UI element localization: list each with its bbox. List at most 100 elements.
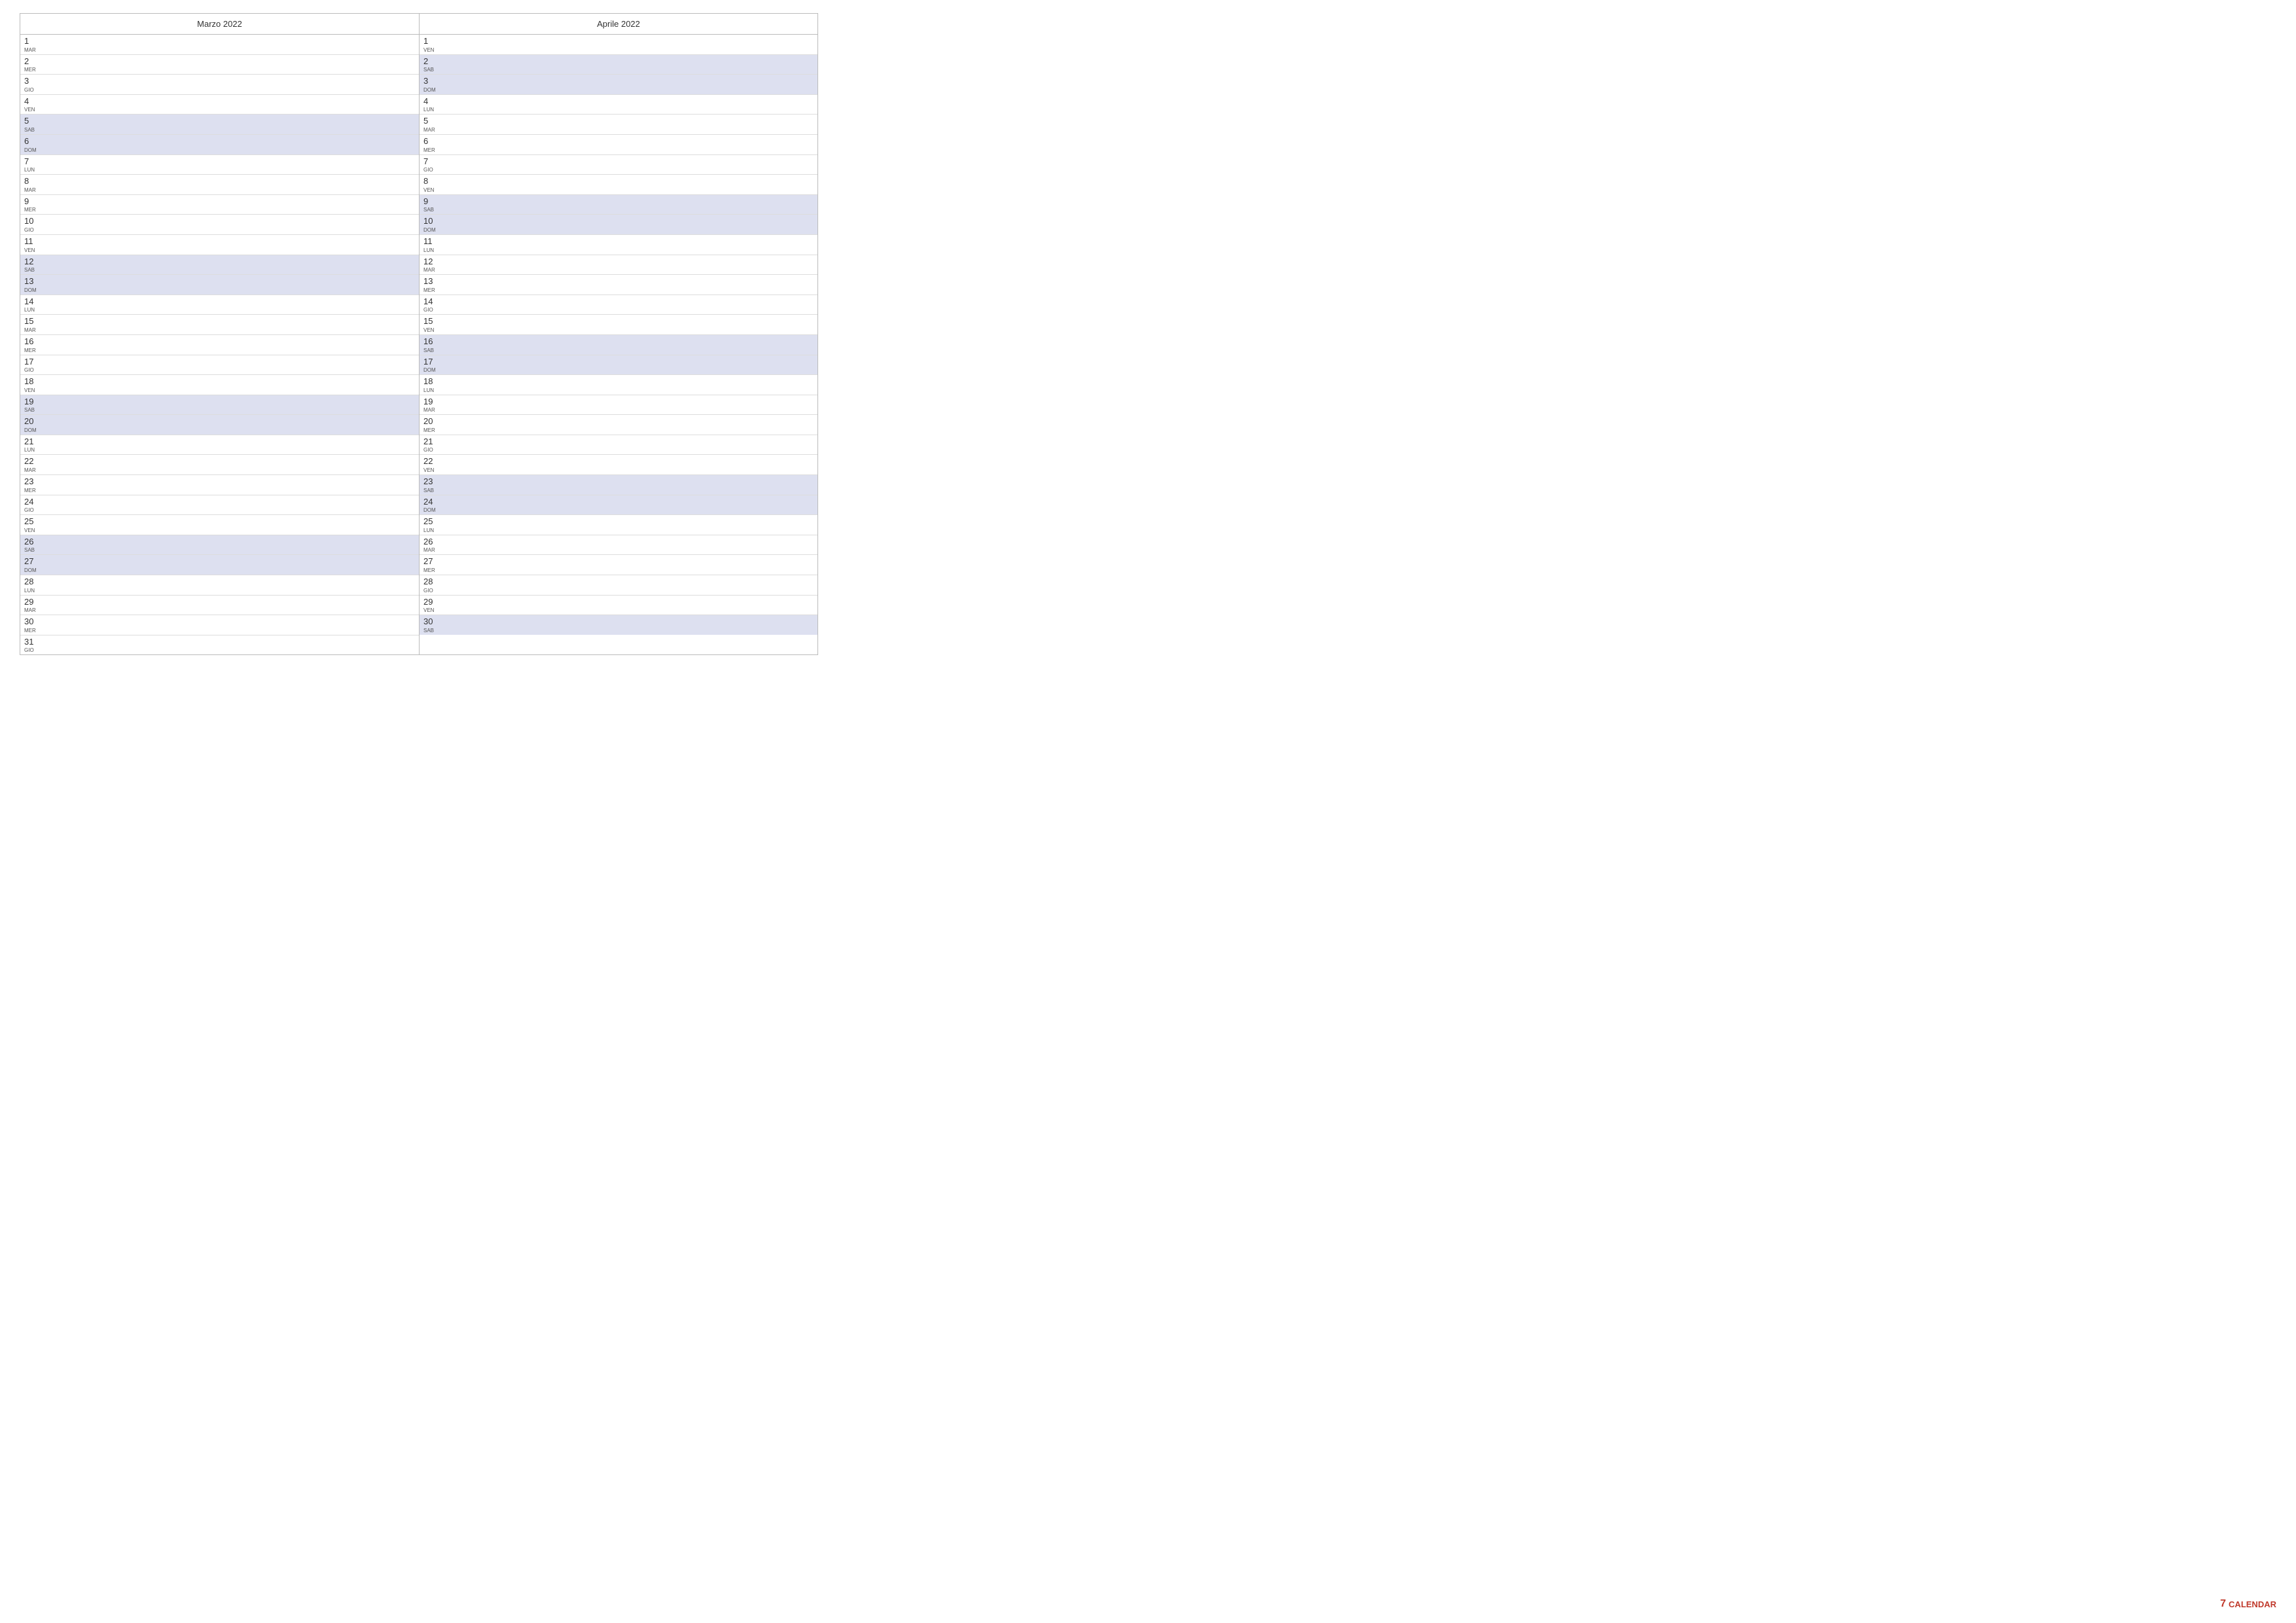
day-info: 2MER	[24, 56, 39, 73]
day-name: DOM	[24, 147, 39, 153]
day-name: VEN	[423, 327, 438, 333]
day-row: 30SAB	[420, 615, 817, 635]
day-number: 17	[423, 357, 438, 367]
days-list-1: 1VEN2SAB3DOM4LUN5MAR6MER7GIO8VEN9SAB10DO…	[420, 35, 817, 635]
day-number: 19	[423, 397, 438, 407]
day-row: 12SAB	[20, 255, 419, 276]
day-number: 29	[423, 597, 438, 607]
day-number: 1	[24, 36, 39, 46]
day-name: GIO	[423, 446, 438, 453]
day-number: 5	[423, 116, 438, 126]
day-info: 19MAR	[423, 397, 438, 414]
day-row: 3GIO	[20, 75, 419, 95]
day-row: 23SAB	[420, 475, 817, 495]
day-info: 24GIO	[24, 497, 39, 514]
day-number: 11	[423, 236, 438, 247]
day-number: 23	[24, 476, 39, 487]
day-name: MER	[423, 147, 438, 153]
month-title-0: Marzo 2022	[20, 14, 419, 35]
day-number: 4	[24, 96, 39, 107]
day-name: MAR	[24, 327, 39, 333]
day-number: 29	[24, 597, 39, 607]
day-number: 28	[423, 577, 438, 587]
day-name: MER	[423, 427, 438, 433]
day-info: 16SAB	[423, 336, 438, 353]
day-info: 10GIO	[24, 216, 39, 233]
day-number: 6	[423, 136, 438, 147]
day-number: 25	[24, 516, 39, 527]
day-row: 4VEN	[20, 95, 419, 115]
day-number: 26	[423, 537, 438, 547]
day-number: 16	[24, 336, 39, 347]
day-row: 3DOM	[420, 75, 817, 95]
day-name: DOM	[423, 507, 438, 513]
watermark-label: CALENDAR	[2229, 1599, 2276, 1609]
day-number: 7	[423, 156, 438, 167]
day-info: 9MER	[24, 196, 39, 213]
day-name: MAR	[423, 406, 438, 413]
day-number: 18	[423, 376, 438, 387]
days-list-0: 1MAR2MER3GIO4VEN5SAB6DOM7LUN8MAR9MER10GI…	[20, 35, 419, 654]
day-name: LUN	[423, 247, 438, 253]
day-row: 4LUN	[420, 95, 817, 115]
day-row: 18VEN	[20, 375, 419, 395]
day-number: 9	[24, 196, 39, 207]
day-row: 7LUN	[20, 155, 419, 175]
day-name: MAR	[423, 546, 438, 553]
day-info: 1VEN	[423, 36, 438, 53]
day-info: 15VEN	[423, 316, 438, 333]
day-info: 22MAR	[24, 456, 39, 473]
day-row: 23MER	[20, 475, 419, 495]
day-number: 26	[24, 537, 39, 547]
day-info: 23SAB	[423, 476, 438, 493]
day-name: MAR	[24, 187, 39, 193]
day-row: 18LUN	[420, 375, 817, 395]
day-row: 7GIO	[420, 155, 817, 175]
day-row: 26MAR	[420, 535, 817, 556]
day-info: 27DOM	[24, 556, 39, 573]
day-number: 3	[24, 76, 39, 86]
day-row: 9SAB	[420, 195, 817, 215]
day-row: 28GIO	[420, 575, 817, 596]
day-number: 6	[24, 136, 39, 147]
day-row: 29VEN	[420, 596, 817, 616]
day-number: 11	[24, 236, 39, 247]
day-name: SAB	[24, 266, 39, 273]
day-row: 24DOM	[420, 495, 817, 516]
day-name: DOM	[423, 366, 438, 373]
day-info: 6MER	[423, 136, 438, 153]
day-info: 30MER	[24, 616, 39, 633]
day-info: 18LUN	[423, 376, 438, 393]
day-number: 8	[24, 176, 39, 187]
day-info: 21GIO	[423, 437, 438, 454]
day-number: 12	[423, 257, 438, 267]
day-info: 16MER	[24, 336, 39, 353]
day-info: 21LUN	[24, 437, 39, 454]
day-row: 31GIO	[20, 635, 419, 655]
day-name: LUN	[24, 166, 39, 173]
day-number: 14	[423, 296, 438, 307]
day-info: 25LUN	[423, 516, 438, 533]
day-row: 5MAR	[420, 115, 817, 135]
day-row: 1MAR	[20, 35, 419, 55]
day-info: 7LUN	[24, 156, 39, 173]
day-row: 25VEN	[20, 515, 419, 535]
day-row: 24GIO	[20, 495, 419, 516]
day-name: VEN	[24, 106, 39, 113]
day-number: 21	[24, 437, 39, 447]
day-number: 24	[423, 497, 438, 507]
day-row: 26SAB	[20, 535, 419, 556]
day-info: 8VEN	[423, 176, 438, 193]
day-info: 4VEN	[24, 96, 39, 113]
day-name: LUN	[423, 387, 438, 393]
day-row: 13MER	[420, 275, 817, 295]
day-info: 27MER	[423, 556, 438, 573]
day-info: 31GIO	[24, 637, 39, 654]
calendar-container: Marzo 20221MAR2MER3GIO4VEN5SAB6DOM7LUN8M…	[20, 13, 818, 655]
day-name: GIO	[24, 86, 39, 93]
day-info: 26SAB	[24, 537, 39, 554]
day-name: MER	[24, 66, 39, 73]
day-name: SAB	[423, 487, 438, 493]
day-number: 10	[24, 216, 39, 226]
day-name: DOM	[24, 567, 39, 573]
